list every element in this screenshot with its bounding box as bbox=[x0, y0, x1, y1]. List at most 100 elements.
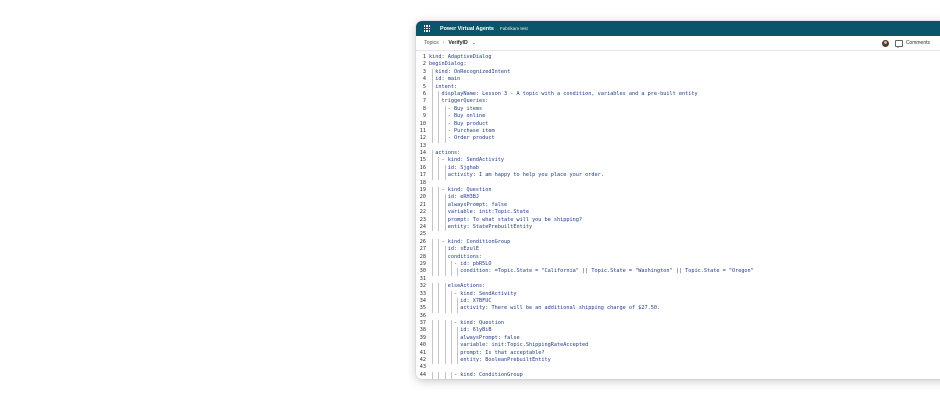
code-line[interactable]: 5 intent: bbox=[416, 83, 940, 91]
line-number: 3 bbox=[422, 68, 426, 75]
breadcrumb-topics-link[interactable]: Topics bbox=[424, 40, 439, 46]
line-number: 10 bbox=[419, 120, 426, 127]
line-number: 30 bbox=[419, 268, 426, 275]
line-number: 16 bbox=[419, 164, 426, 171]
code-line[interactable]: 23 prompt: To what state will you be shi… bbox=[416, 216, 940, 224]
line-number: 12 bbox=[419, 135, 426, 142]
code-editor[interactable]: 1 kind: AdaptiveDialog 2 beginDialog: 3 kind… bbox=[416, 51, 940, 379]
code-line[interactable]: 9 - Buy online bbox=[416, 113, 940, 121]
code-text: - kind: SendActivity bbox=[429, 290, 517, 297]
code-line[interactable]: 38 id: 6lyBiB bbox=[416, 327, 940, 335]
line-number: 37 bbox=[419, 320, 426, 327]
line-number: 5 bbox=[422, 83, 426, 90]
line-number: 14 bbox=[419, 150, 426, 157]
code-line[interactable]: 10 - Buy product bbox=[416, 120, 940, 128]
code-text: id: Sjghab bbox=[429, 164, 479, 171]
code-line[interactable]: 8 - Buy items bbox=[416, 105, 940, 114]
code-line[interactable]: 15 - kind: SendActivity bbox=[416, 157, 940, 165]
breadcrumb-separator-icon: › bbox=[442, 40, 445, 46]
code-line[interactable]: 25 bbox=[416, 231, 940, 238]
code-line[interactable]: 43 bbox=[416, 364, 940, 371]
code-line[interactable]: 7 triggerQueries: bbox=[416, 98, 940, 106]
code-line[interactable]: 28 conditions: bbox=[416, 253, 940, 261]
code-line[interactable]: 34 id: X7BFUC bbox=[416, 297, 940, 306]
line-number: 36 bbox=[419, 312, 426, 319]
comments-button[interactable]: Comments bbox=[906, 40, 930, 46]
line-number: 19 bbox=[419, 187, 426, 194]
code-line[interactable]: 24 entity: StatePrebuiltEntity bbox=[416, 223, 940, 232]
code-line[interactable]: 35 activity: There will be an additional… bbox=[416, 305, 940, 313]
code-text: activity: I am happy to help you place y… bbox=[429, 172, 604, 179]
code-text: alwaysPrompt: false bbox=[429, 201, 508, 208]
code-line[interactable]: 4 id: main bbox=[416, 76, 940, 84]
line-number: 25 bbox=[419, 231, 426, 238]
code-line[interactable]: 40 variable: init:Topic.ShippingRateAcce… bbox=[416, 342, 940, 350]
code-line[interactable]: 19 - kind: Question bbox=[416, 187, 940, 195]
code-line[interactable]: 3 kind: OnRecognizedIntent bbox=[416, 68, 940, 77]
code-line[interactable]: 42 entity: BooleanPrebuiltEntity bbox=[416, 357, 940, 365]
code-line[interactable]: 39 alwaysPrompt: false bbox=[416, 334, 940, 343]
code-line[interactable]: 11 - Purchase item bbox=[416, 127, 940, 136]
code-line[interactable]: 12 - Order product bbox=[416, 135, 940, 143]
code-line[interactable]: 29 - id: pbR5LO bbox=[416, 260, 940, 269]
line-number: 20 bbox=[419, 194, 426, 201]
code-text: - Buy items bbox=[429, 105, 483, 112]
line-number: 11 bbox=[419, 127, 426, 134]
code-line[interactable]: 27 id: sEzulE bbox=[416, 246, 940, 254]
line-number: 35 bbox=[419, 305, 426, 312]
line-number: 13 bbox=[419, 142, 426, 149]
code-text: actions: bbox=[429, 150, 461, 157]
title-bar: Power Virtual Agents Fabrikam test bbox=[416, 21, 940, 36]
code-text: prompt: Is that acceptable? bbox=[429, 349, 545, 356]
code-line[interactable]: 1 kind: AdaptiveDialog bbox=[416, 54, 940, 61]
code-text: condition: =Topic.State = "California" |… bbox=[429, 268, 754, 275]
code-line[interactable]: 16 id: Sjghab bbox=[416, 164, 940, 173]
line-number: 38 bbox=[419, 327, 426, 334]
app-window: Power Virtual Agents Fabrikam test Topic… bbox=[416, 21, 940, 379]
code-line[interactable]: 2 beginDialog: bbox=[416, 61, 940, 68]
code-text: id: main bbox=[429, 76, 461, 83]
code-line[interactable]: 26 - kind: ConditionGroup bbox=[416, 238, 940, 247]
line-number: 15 bbox=[419, 157, 426, 164]
comment-icon[interactable] bbox=[894, 39, 903, 48]
code-text: activity: There will be an additional sh… bbox=[429, 305, 661, 312]
code-line[interactable]: 17 activity: I am happy to help you plac… bbox=[416, 172, 940, 180]
line-number: 9 bbox=[422, 113, 426, 120]
code-text: conditions: bbox=[429, 253, 483, 260]
code-line[interactable]: 31 bbox=[416, 276, 940, 283]
code-line[interactable]: 20 id: eRH3BJ bbox=[416, 194, 940, 202]
code-line[interactable]: 32 elseActions: bbox=[416, 283, 940, 291]
line-number: 29 bbox=[419, 260, 426, 267]
line-number: 1 bbox=[422, 54, 426, 60]
code-text: kind: AdaptiveDialog bbox=[429, 54, 492, 60]
code-line[interactable]: 30 condition: =Topic.State = "California… bbox=[416, 268, 940, 276]
chevron-down-icon[interactable]: ⌄ bbox=[472, 40, 476, 46]
line-number: 21 bbox=[419, 201, 426, 208]
line-number: 44 bbox=[419, 371, 426, 378]
code-text: - kind: ConditionGroup bbox=[429, 238, 511, 245]
code-line[interactable]: 22 variable: init:Topic.State bbox=[416, 209, 940, 217]
code-text: displayName: Lesson 3 - A topic with a c… bbox=[429, 90, 698, 97]
avatar[interactable] bbox=[881, 39, 889, 47]
breadcrumb-current-topic[interactable]: VerifyID bbox=[448, 40, 467, 46]
code-line[interactable]: 33 - kind: SendActivity bbox=[416, 290, 940, 298]
line-number: 6 bbox=[422, 90, 426, 97]
code-text: alwaysPrompt: false bbox=[429, 334, 520, 341]
code-line[interactable]: 36 bbox=[416, 313, 940, 320]
line-number: 17 bbox=[419, 172, 426, 179]
code-line[interactable]: 13 bbox=[416, 143, 940, 150]
code-text: kind: OnRecognizedIntent bbox=[429, 68, 511, 75]
app-title[interactable]: Power Virtual Agents bbox=[440, 26, 494, 32]
code-line[interactable]: 21 alwaysPrompt: false bbox=[416, 201, 940, 210]
code-text: beginDialog: bbox=[429, 61, 467, 68]
line-number: 42 bbox=[419, 357, 426, 364]
line-number: 23 bbox=[419, 216, 426, 223]
code-line[interactable]: 18 bbox=[416, 180, 940, 187]
code-line[interactable]: 41 prompt: Is that acceptable? bbox=[416, 349, 940, 358]
app-launcher-icon[interactable] bbox=[418, 25, 436, 32]
code-line[interactable]: 37 - kind: Question bbox=[416, 320, 940, 328]
code-line[interactable]: 44 - kind: ConditionGroup bbox=[416, 371, 940, 379]
line-number: 32 bbox=[419, 283, 426, 290]
code-line[interactable]: 6 displayName: Lesson 3 - A topic with a… bbox=[416, 90, 940, 99]
code-line[interactable]: 14 actions: bbox=[416, 150, 940, 158]
